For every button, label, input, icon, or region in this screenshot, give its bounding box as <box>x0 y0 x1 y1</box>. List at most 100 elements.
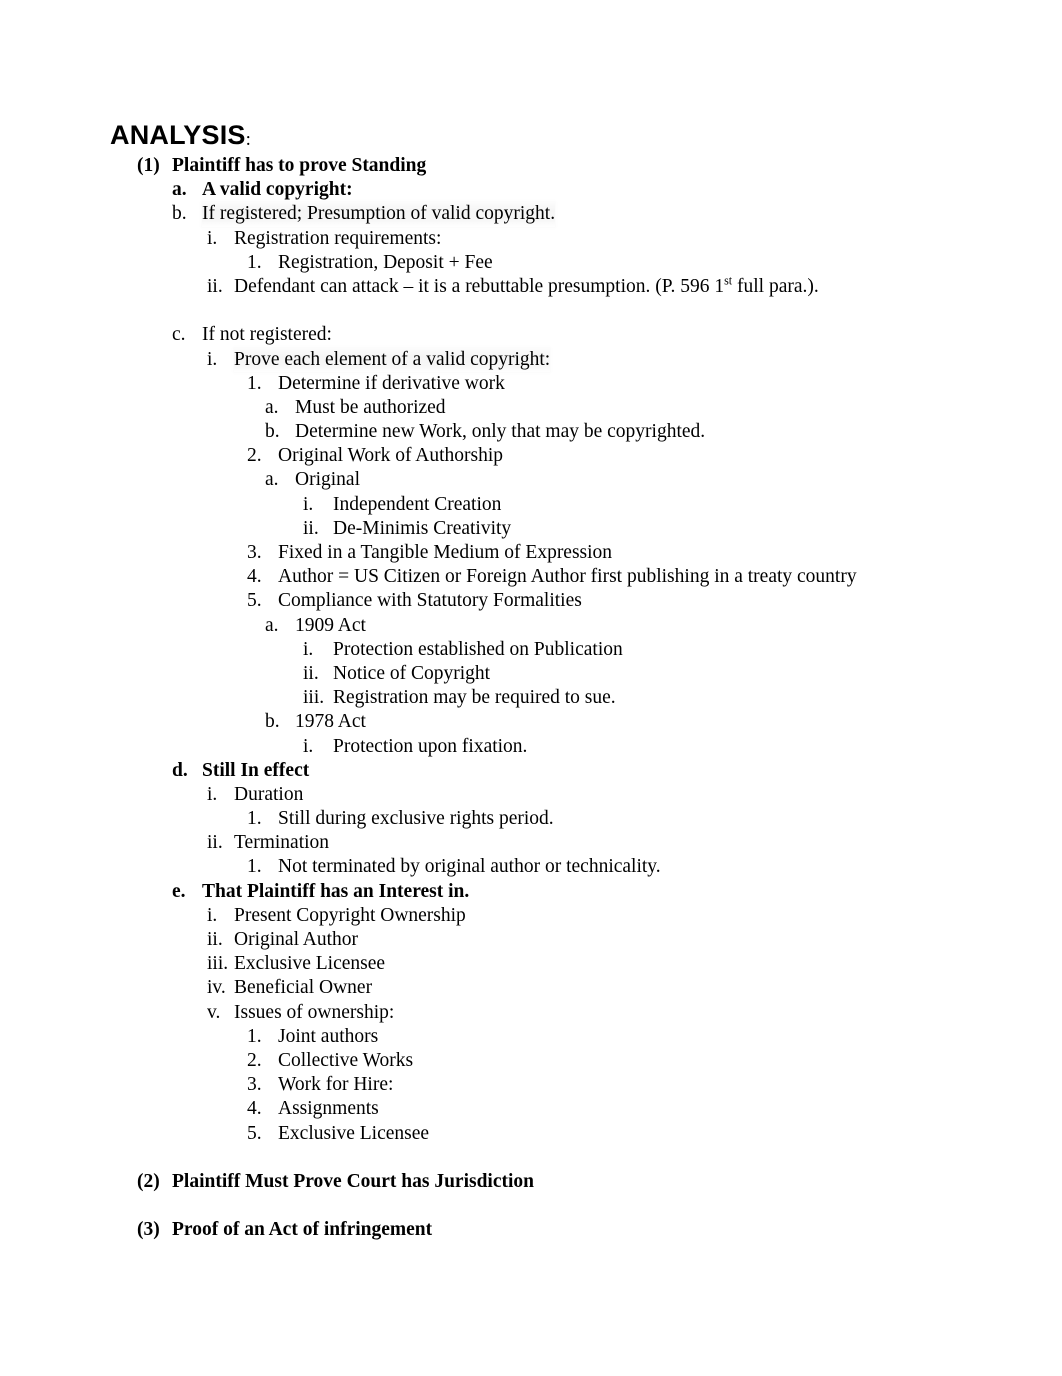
outline-item-text: Determine new Work, only that may be cop… <box>295 421 706 443</box>
outline-item-text: Collective Works <box>278 1049 414 1071</box>
outline-item-text: Issues of ownership: <box>234 1001 395 1023</box>
outline-item-text: Exclusive Licensee <box>278 1122 430 1144</box>
outline-item: i. Duration <box>0 783 1062 807</box>
outline-item-text: Author = US Citizen or Foreign Author fi… <box>278 566 857 588</box>
outline-item-marker: i. <box>207 783 218 805</box>
outline-item: i. Registration requirements: <box>0 227 1062 251</box>
outline-item: 1. Joint authors <box>0 1025 1062 1049</box>
outline-item-marker: ii. <box>303 517 319 539</box>
outline-item-marker: 4. <box>247 566 262 588</box>
outline-item-text: Registration requirements: <box>234 227 442 249</box>
outline-item: 2. Original Work of Authorship <box>0 444 1062 468</box>
outline-item: i. Prove each element of a valid copyrigh… <box>0 347 1062 372</box>
outline-item-marker: (3) <box>137 1219 160 1241</box>
page-title-text: ANALYSIS <box>110 120 246 150</box>
outline-item-text: Notice of Copyright <box>333 662 491 684</box>
outline-item-text: If registered; Presumption of valid copy… <box>202 202 556 227</box>
outline-item: 5. Exclusive Licensee <box>0 1122 1062 1146</box>
outline-item-text: Registration may be required to sue. <box>333 687 616 709</box>
outline-item-marker: i. <box>303 493 314 515</box>
outline-item-marker: i. <box>207 904 218 926</box>
outline-item: 5. Compliance with Statutory Formalities <box>0 589 1062 613</box>
outline-item-marker: ii. <box>303 662 319 684</box>
outline-item-text: 1978 Act <box>295 711 366 733</box>
outline-item-marker: ii. <box>207 275 223 297</box>
outline-item: a. 1909 Act <box>0 614 1062 638</box>
outline-item: b. Determine new Work, only that may be c… <box>0 420 1062 444</box>
outline-item-text: That Plaintiff has an Interest in. <box>202 880 470 902</box>
document-page: ANALYSIS: (1) Plaintiff has to prove Stan… <box>0 0 1062 1376</box>
outline-item-marker: 1. <box>247 1025 262 1047</box>
outline-item-text: Prove each element of a valid copyright: <box>234 347 551 372</box>
outline-item: ii. Termination <box>0 831 1062 855</box>
ordinal-superscript: st <box>724 273 733 288</box>
outline-item-marker: 1. <box>247 856 262 878</box>
page-title: ANALYSIS: <box>0 118 1062 154</box>
outline-item: a. A valid copyright: <box>0 178 1062 202</box>
outline-item-text: Determine if derivative work <box>278 372 505 394</box>
outline-item-marker: a. <box>172 179 187 201</box>
outline-item-marker: 5. <box>247 590 262 612</box>
outline-item-text: Protection upon fixation. <box>333 735 528 757</box>
outline-item: iii. Registration may be required to sue. <box>0 686 1062 710</box>
outline-item-text-tail: full para.). <box>732 275 819 297</box>
outline-item-marker: (2) <box>137 1170 160 1192</box>
outline-item: 1. Determine if derivative work <box>0 372 1062 396</box>
outline-item-text: De-Minimis Creativity <box>333 517 512 539</box>
outline-item-text: Still In effect <box>202 759 310 781</box>
outline-item-text: Present Copyright Ownership <box>234 904 466 926</box>
outline-item-marker: a. <box>265 469 279 491</box>
outline-item-text: Beneficial Owner <box>234 977 373 999</box>
outline-item-marker: i. <box>207 348 218 370</box>
outline-item: 1. Registration, Deposit + Fee <box>0 251 1062 275</box>
outline-item-text: Compliance with Statutory Formalities <box>278 590 582 612</box>
outline-item-text: Work for Hire: <box>278 1074 394 1096</box>
outline-item-marker: b. <box>172 203 187 225</box>
outline-item: v. Issues of ownership: <box>0 1001 1062 1025</box>
outline-item: iii. Exclusive Licensee <box>0 952 1062 976</box>
outline-item-marker: a. <box>265 396 279 418</box>
outline-item: 4. Author = US Citizen or Foreign Author … <box>0 565 1062 589</box>
outline-item: iv. Beneficial Owner <box>0 976 1062 1000</box>
outline-item-text: Assignments <box>278 1098 379 1120</box>
outline-item-text: Joint authors <box>278 1025 379 1047</box>
outline-item: i. Protection upon fixation. <box>0 735 1062 759</box>
outline-item-text: Not terminated by original author or tec… <box>278 856 661 878</box>
outline-spacer <box>0 1146 1062 1170</box>
outline-item-text: Still during exclusive rights period. <box>278 808 554 830</box>
outline-item: i. Independent Creation <box>0 493 1062 517</box>
outline-item-marker: a. <box>265 614 279 636</box>
outline-item-text: Defendant can attack – it is a rebuttabl… <box>234 273 819 299</box>
outline-item: 4. Assignments <box>0 1097 1062 1121</box>
outline-item-marker: 3. <box>247 542 262 563</box>
outline-item-marker: iii. <box>207 953 229 975</box>
outline-item-text: Proof of an Act of infringement <box>172 1219 433 1241</box>
outline-item-marker: 2. <box>247 1049 262 1071</box>
page-title-colon: : <box>245 129 251 150</box>
outline-item-marker: (1) <box>137 155 160 176</box>
outline-item-text: Termination <box>234 832 330 854</box>
document-body: ANALYSIS: (1) Plaintiff has to prove Stan… <box>0 118 1062 1242</box>
outline-item: e. That Plaintiff has an Interest in. <box>0 880 1062 904</box>
outline-item-marker: 2. <box>247 445 262 467</box>
outline-item-marker: v. <box>207 1001 221 1023</box>
outline-item-marker: b. <box>265 711 280 733</box>
outline-item: ii. Defendant can attack – it is a rebutt… <box>0 273 1062 299</box>
outline-item-text: Original <box>295 469 360 491</box>
outline-item-marker: b. <box>265 421 280 443</box>
outline-item-marker: 4. <box>247 1098 262 1120</box>
outline-item: i. Protection established on Publication <box>0 638 1062 662</box>
outline-item: ii. Original Author <box>0 928 1062 952</box>
outline-item-text: Registration, Deposit + Fee <box>278 251 493 273</box>
outline-item-text: Fixed in a Tangible Medium of Expression <box>278 542 613 563</box>
outline-item: i. Present Copyright Ownership <box>0 904 1062 928</box>
outline-item: d. Still In effect <box>0 759 1062 783</box>
outline-item: 2. Collective Works <box>0 1049 1062 1073</box>
outline-item: 1. Not terminated by original author or t… <box>0 855 1062 879</box>
outline-item-marker: d. <box>172 759 188 781</box>
outline-item-text: A valid copyright: <box>202 179 353 201</box>
outline-item: b. If registered; Presumption of valid co… <box>0 202 1062 227</box>
outline-list: (1) Plaintiff has to prove Standing a. A va… <box>0 154 1062 1242</box>
outline-item-marker: e. <box>172 880 186 902</box>
outline-item-text: Must be authorized <box>295 396 446 418</box>
